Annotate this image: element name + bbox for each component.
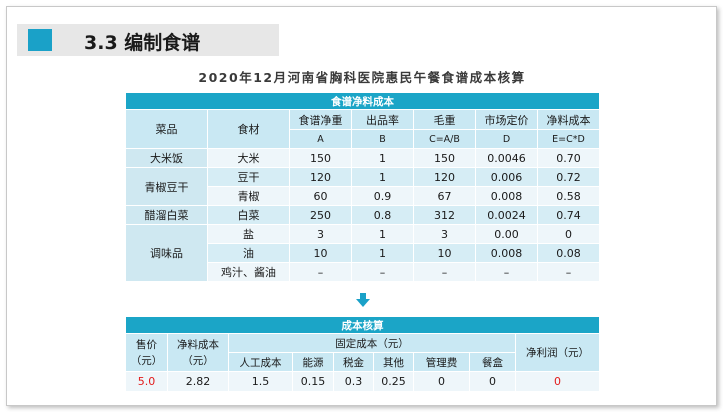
value-cell: 1 xyxy=(351,148,414,168)
ingredient-cell: 盐 xyxy=(207,224,290,244)
value-cell: 0.70 xyxy=(536,148,601,168)
table-row: 醋溜白菜 白菜 250 0.8 312 0.0024 0.74 xyxy=(125,205,601,225)
labor-value: 1.5 xyxy=(228,371,293,392)
energy-value: 0.15 xyxy=(292,371,334,392)
value-cell: 0.0046 xyxy=(475,148,538,168)
value-cell: 120 xyxy=(413,167,476,187)
value-cell: 0.58 xyxy=(536,186,601,206)
value-cell: 60 xyxy=(289,186,352,206)
value-cell: 250 xyxy=(289,205,352,225)
value-cell: 0.72 xyxy=(536,167,601,187)
header-fixed-cost: 固定成本（元） xyxy=(228,333,516,353)
value-cell: 0 xyxy=(536,224,601,244)
management-value: 0 xyxy=(413,371,470,392)
net-profit-value: 0 xyxy=(514,371,601,392)
value-cell: 0.006 xyxy=(475,167,538,187)
ingredient-cell: 油 xyxy=(207,243,290,263)
ingredient-cell: 鸡汁、酱油 xyxy=(207,262,290,282)
header-yield-rate: 出品率 xyxy=(351,109,414,130)
subheader-e: E=C*D xyxy=(536,129,601,149)
header-other: 其他 xyxy=(373,352,414,372)
value-cell: 67 xyxy=(413,186,476,206)
table-row: 青椒豆干 豆干 120 1 120 0.006 0.72 xyxy=(125,167,601,206)
value-cell: 0.008 xyxy=(475,243,538,263)
table-row: 5.0 2.82 1.5 0.15 0.3 0.25 0 0 0 xyxy=(125,371,601,392)
header-net-profit: 净利润（元） xyxy=(514,333,601,372)
value-cell: 1 xyxy=(351,224,414,244)
net-cost-table: 食谱净料成本 菜品 食材 食谱净重 出品率 毛重 市场定价 净料成本 A B C… xyxy=(124,92,601,282)
value-cell: 0.74 xyxy=(536,205,601,225)
subheader-d: D xyxy=(475,129,538,149)
price-value: 5.0 xyxy=(125,371,168,392)
value-cell: 0.9 xyxy=(351,186,414,206)
tax-value: 0.3 xyxy=(333,371,374,392)
value-cell: 312 xyxy=(413,205,476,225)
header-net-cost: 净料成本（元） xyxy=(167,333,229,372)
header-net-cost: 净料成本 xyxy=(536,109,601,130)
dish-cell: 大米饭 xyxy=(125,148,208,168)
dish-cell: 醋溜白菜 xyxy=(125,205,208,225)
page-title: 3.3 编制食谱 xyxy=(84,32,201,54)
cost-banner: 成本核算 xyxy=(124,316,601,334)
header-lunchbox: 餐盒 xyxy=(469,352,516,372)
subheader-a: A xyxy=(289,129,352,149)
value-cell: 0.8 xyxy=(351,205,414,225)
net-cost-banner: 食谱净料成本 xyxy=(124,92,601,110)
dish-cell: 青椒豆干 xyxy=(125,167,208,206)
ingredient-cell: 白菜 xyxy=(207,205,290,225)
value-cell: – xyxy=(351,262,414,282)
value-cell: 0.0024 xyxy=(475,205,538,225)
value-cell: 0.00 xyxy=(475,224,538,244)
header-market-price: 市场定价 xyxy=(475,109,538,130)
value-cell: 10 xyxy=(289,243,352,263)
table-row: 调味品 盐 3 1 3 0.00 0 xyxy=(125,224,601,282)
dish-cell: 调味品 xyxy=(125,224,208,282)
value-cell: 10 xyxy=(413,243,476,263)
table-row: 大米饭 大米 150 1 150 0.0046 0.70 xyxy=(125,148,601,168)
header-tax: 税金 xyxy=(333,352,374,372)
value-cell: 3 xyxy=(413,224,476,244)
value-cell: – xyxy=(289,262,352,282)
value-cell: 1 xyxy=(351,167,414,187)
value-cell: 150 xyxy=(289,148,352,168)
header-gross-weight: 毛重 xyxy=(413,109,476,130)
header-net-weight: 食谱净重 xyxy=(289,109,352,130)
ingredient-cell: 豆干 xyxy=(207,167,290,187)
header-ingredient: 食材 xyxy=(207,109,290,149)
value-cell: – xyxy=(413,262,476,282)
lunchbox-value: 0 xyxy=(469,371,516,392)
value-cell: 150 xyxy=(413,148,476,168)
value-cell: 120 xyxy=(289,167,352,187)
ingredient-cell: 大米 xyxy=(207,148,290,168)
subheader-b: B xyxy=(351,129,414,149)
header-management: 管理费 xyxy=(413,352,470,372)
value-cell: 0.08 xyxy=(536,243,601,263)
header-energy: 能源 xyxy=(292,352,334,372)
value-cell: 0.008 xyxy=(475,186,538,206)
value-cell: 1 xyxy=(351,243,414,263)
cost-accounting-table: 成本核算 售价（元） 净料成本（元） 固定成本（元） 净利润（元） 人工成本 能… xyxy=(124,316,601,392)
net-cost-value: 2.82 xyxy=(167,371,229,392)
document-title: 2020年12月河南省胸科医院惠民午餐食谱成本核算 xyxy=(198,70,526,85)
value-cell: 3 xyxy=(289,224,352,244)
header-price: 售价（元） xyxy=(125,333,168,372)
header-dish: 菜品 xyxy=(125,109,208,149)
subheader-c: C=A/B xyxy=(413,129,476,149)
header-square-icon xyxy=(28,29,52,51)
arrow-down-icon xyxy=(356,293,370,307)
value-cell: – xyxy=(475,262,538,282)
header-labor: 人工成本 xyxy=(228,352,293,372)
value-cell: – xyxy=(536,262,601,282)
other-value: 0.25 xyxy=(373,371,414,392)
ingredient-cell: 青椒 xyxy=(207,186,290,206)
